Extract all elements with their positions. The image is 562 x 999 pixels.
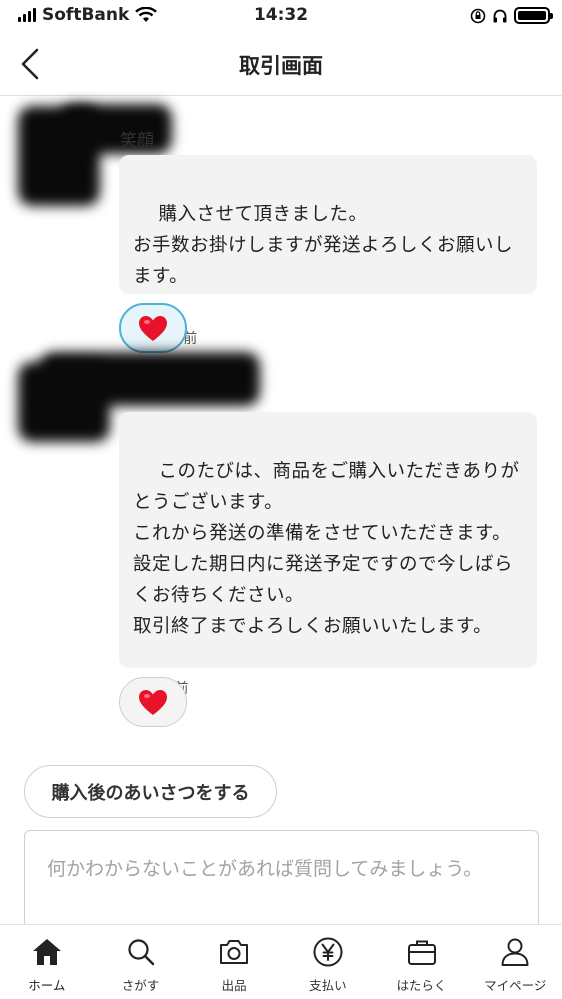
redacted-username (40, 352, 260, 406)
redacted-username (60, 104, 172, 154)
sender-name: 笑顔 (120, 131, 154, 151)
tab-label: ホーム (28, 978, 66, 993)
message-time: 7 時間前 (133, 678, 523, 698)
status-bar: SoftBank 14:32 (0, 0, 562, 34)
tab-work[interactable]: はたらく (375, 925, 469, 999)
message-text-content: このたびは、商品をご購入いただきありがとうございます。 これから発送の準備をさせ… (133, 461, 520, 637)
search-icon (124, 935, 158, 969)
yen-icon (311, 935, 345, 969)
heart-icon (139, 689, 167, 715)
message-bubble: 購入させて頂きました。 お手数お掛けしますが発送よろしくお願いします。 10 時… (119, 155, 537, 347)
tab-home[interactable]: ホーム (0, 925, 94, 999)
heart-reaction-button[interactable] (119, 303, 187, 353)
message-text: このたびは、商品をご購入いただきありがとうございます。 これから発送の準備をさせ… (133, 425, 523, 673)
tab-sell[interactable]: 出品 (187, 925, 281, 999)
tab-payment[interactable]: 支払い (281, 925, 375, 999)
message-text-content: 購入させて頂きました。 お手数お掛けしますが発送よろしくお願いします。 (133, 204, 514, 287)
tab-bar: ホーム さがす 出品 支払い はたらく マイページ (0, 924, 562, 999)
tab-label: 支払い (309, 978, 347, 993)
heart-reaction-button[interactable] (119, 677, 187, 727)
tab-label: マイページ (484, 978, 547, 993)
tab-label: 出品 (221, 978, 247, 993)
tab-label: はたらく (396, 978, 447, 993)
tab-label: さがす (121, 978, 160, 993)
battery-icon (514, 7, 553, 24)
message-time: 10 時間前 (133, 328, 523, 348)
status-right (470, 7, 553, 24)
tab-search[interactable]: さがす (94, 925, 188, 999)
message-bubble: このたびは、商品をご購入いただきありがとうございます。 これから発送の準備をさせ… (119, 412, 537, 697)
headphones-icon (493, 9, 507, 22)
orientation-lock-icon (470, 8, 486, 23)
camera-icon (217, 935, 251, 969)
home-icon (30, 935, 64, 969)
heart-icon (139, 315, 167, 341)
briefcase-icon (405, 935, 439, 969)
page-title: 取引画面 (239, 54, 323, 78)
message-text: 購入させて頂きました。 お手数お掛けしますが発送よろしくお願いします。 (133, 168, 523, 323)
person-icon (498, 935, 532, 969)
tab-mypage[interactable]: マイページ (468, 925, 562, 999)
greeting-button[interactable]: 購入後のあいさつをする (24, 765, 277, 818)
nav-bar: 取引画面 (0, 34, 562, 96)
